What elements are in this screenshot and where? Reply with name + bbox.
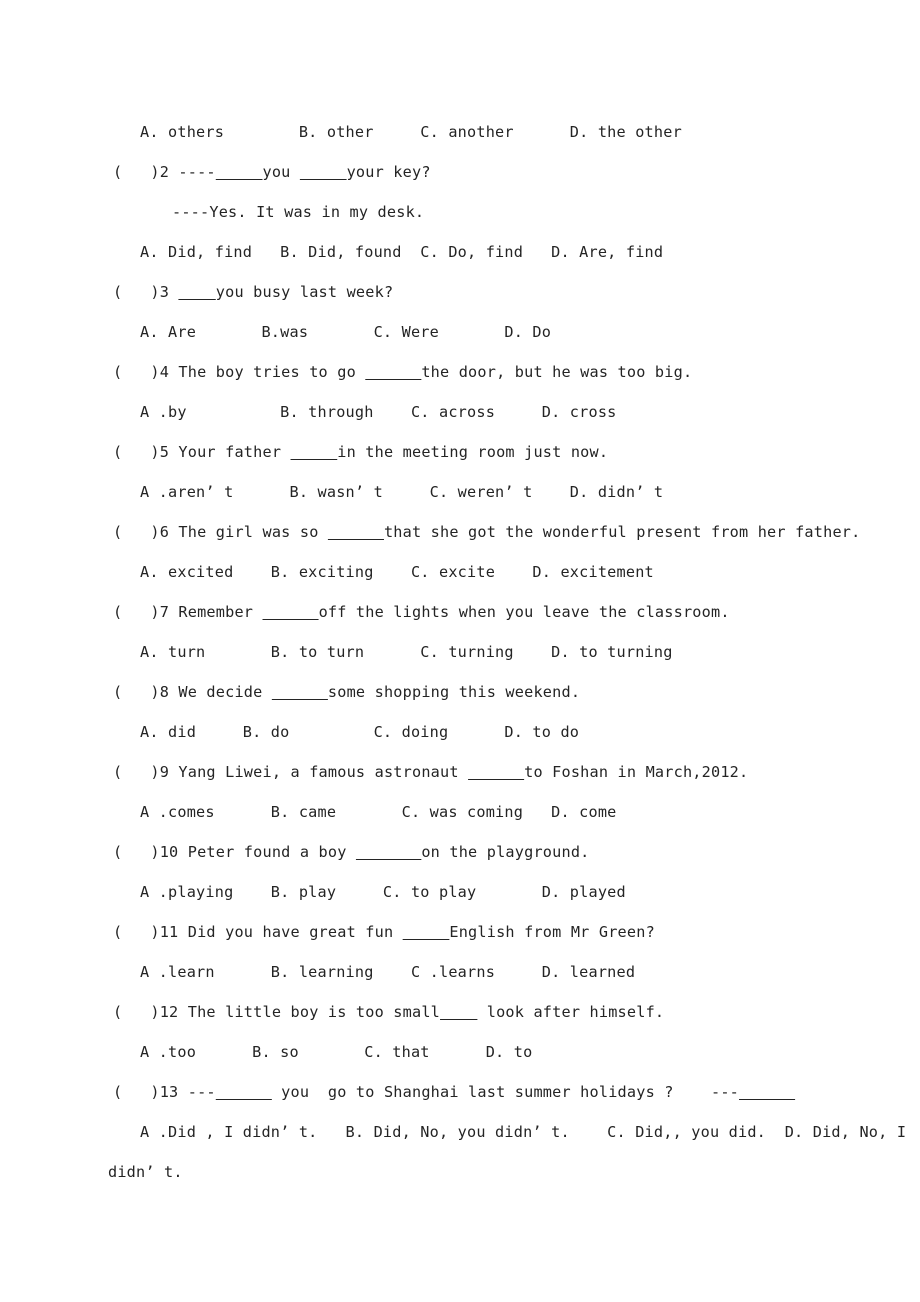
answer-options-line: A. did B. do C. doing D. to do (140, 723, 580, 741)
answer-blank (300, 163, 347, 181)
answer-blank (440, 1003, 477, 1021)
answer-blank (291, 443, 338, 461)
answer-options-line: A. Are B.was C. Were D. Do (140, 323, 552, 341)
answer-options-line: A .too B. so C. that D. to (140, 1043, 533, 1061)
answer-options-line: A. others B. other C. another D. the oth… (140, 123, 682, 141)
question-line: ( )8 We decide some shopping this weeken… (113, 683, 581, 701)
dialogue-reply-line: ----Yes. It was in my desk. (172, 203, 425, 221)
question-line: ( )5 Your father in the meeting room jus… (113, 443, 609, 461)
question-line: ( )7 Remember off the lights when you le… (113, 603, 730, 621)
question-line: ( )4 The boy tries to go the door, but h… (113, 363, 693, 381)
answer-options-line: A .playing B. play C. to play D. played (140, 883, 626, 901)
answer-blank (739, 1083, 795, 1101)
answer-options-line: A. excited B. exciting C. excite D. exci… (140, 563, 654, 581)
answer-blank (403, 923, 450, 941)
question-line: ( )3 you busy last week? (113, 283, 394, 301)
answer-options-line: A. Did, find B. Did, found C. Do, find D… (140, 243, 664, 261)
question-line: ( )10 Peter found a boy on the playgroun… (113, 843, 590, 861)
question-line: ( )9 Yang Liwei, a famous astronaut to F… (113, 763, 749, 781)
question-line: ( )13 --- you go to Shanghai last summer… (108, 1072, 848, 1112)
answer-blank (328, 523, 384, 541)
answer-blank (272, 683, 328, 701)
answer-blank (263, 603, 319, 621)
worksheet-body: A. others B. other C. another D. the oth… (108, 112, 907, 1192)
question-line: ( )11 Did you have great fun English fro… (113, 923, 655, 941)
question-line: ( )2 ---- you your key? (113, 163, 431, 181)
question-line: ( )12 The little boy is too small look a… (113, 1003, 665, 1021)
answer-options-line: A .by B. through C. across D. cross (140, 403, 617, 421)
answer-options-continuation-line: didn’ t. (108, 1163, 183, 1181)
answer-options-line: A .Did , I didn’ t. B. Did, No, you didn… (140, 1123, 907, 1141)
answer-blank (365, 363, 421, 381)
answer-options-line: A. turn B. to turn C. turning D. to turn… (140, 643, 673, 661)
answer-blank (356, 843, 421, 861)
document-page: A. others B. other C. another D. the oth… (0, 0, 920, 1302)
answer-blank (468, 763, 524, 781)
answer-blank (216, 163, 263, 181)
answer-options-line: A .learn B. learning C .learns D. learne… (140, 963, 636, 981)
answer-blank (216, 1083, 272, 1101)
answer-blank (178, 283, 215, 301)
answer-options-line: A .comes B. came C. was coming D. come (140, 803, 617, 821)
question-line: ( )6 The girl was so that she got the wo… (113, 523, 861, 541)
answer-options-line: A .aren’ t B. wasn’ t C. weren’ t D. did… (140, 483, 664, 501)
